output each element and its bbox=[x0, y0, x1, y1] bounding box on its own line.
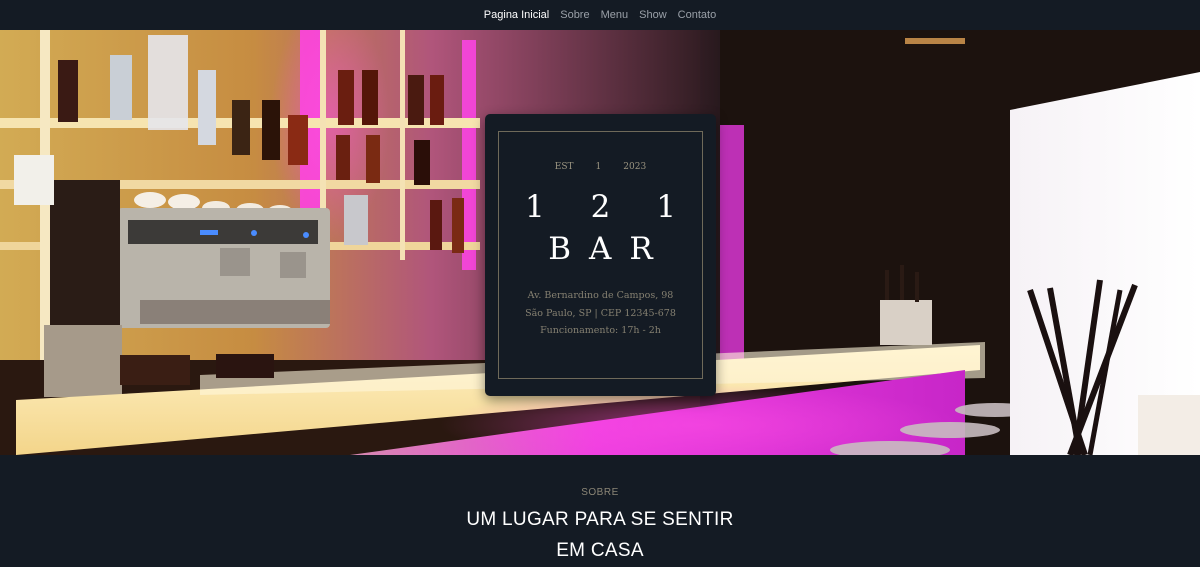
hero-info-frame: EST 1 2023 1 2 1 BAR Av. Bernardino de C… bbox=[498, 131, 703, 379]
established-line: EST 1 2023 bbox=[499, 162, 702, 172]
address-line1: Av. Bernardino de Campos, 98 bbox=[527, 290, 674, 301]
address-line2: São Paulo, SP | CEP 12345-678 bbox=[525, 307, 676, 319]
bar-name: 1 2 1 BAR bbox=[499, 186, 702, 270]
nav-link-home[interactable]: Pagina Inicial bbox=[484, 9, 549, 21]
nav-link-menu[interactable]: Menu bbox=[601, 9, 629, 21]
nav-link-about[interactable]: Sobre bbox=[560, 9, 589, 21]
top-nav: Pagina Inicial Sobre Menu Show Contato bbox=[0, 0, 1200, 30]
about-section: SOBRE UM LUGAR PARA SE SENTIR EM CASA bbox=[0, 455, 1200, 567]
section-heading: UM LUGAR PARA SE SENTIR EM CASA bbox=[0, 504, 1200, 566]
est-label: EST bbox=[554, 162, 574, 172]
address-block: Av. Bernardino de Campos, 98 São Paulo, … bbox=[499, 287, 702, 340]
section-heading-line2: EM CASA bbox=[556, 540, 644, 561]
section-label: SOBRE bbox=[581, 487, 619, 498]
opening-hours: Funcionamento: 17h - 2h bbox=[540, 325, 661, 336]
nav-link-show[interactable]: Show bbox=[639, 9, 667, 21]
est-day: 1 bbox=[595, 162, 602, 172]
bar-name-line1: 1 2 1 bbox=[525, 189, 694, 225]
bar-name-line2: BAR bbox=[548, 231, 671, 267]
est-year: 2023 bbox=[623, 162, 647, 172]
hero-banner: EST 1 2023 1 2 1 BAR Av. Bernardino de C… bbox=[0, 30, 1200, 455]
nav-link-contact[interactable]: Contato bbox=[678, 9, 717, 21]
hero-info-card: EST 1 2023 1 2 1 BAR Av. Bernardino de C… bbox=[485, 114, 716, 396]
section-heading-line1: UM LUGAR PARA SE SENTIR bbox=[466, 509, 734, 530]
